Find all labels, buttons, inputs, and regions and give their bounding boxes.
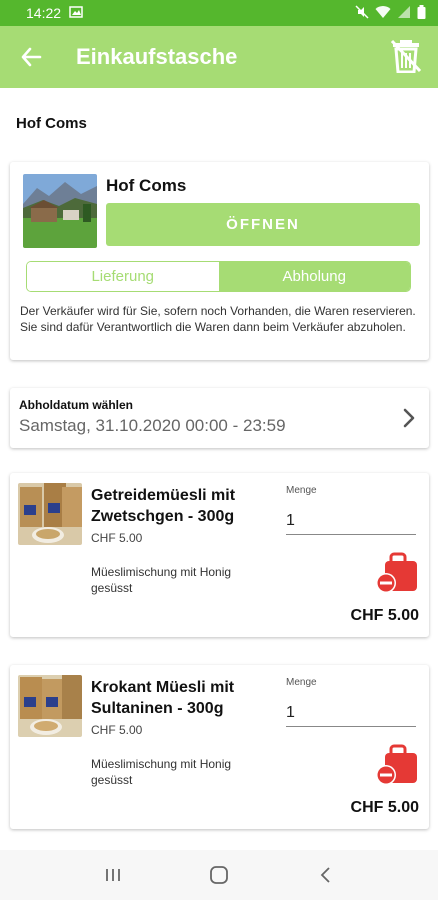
pickup-date-value: Samstag, 31.10.2020 00:00 - 23:59	[19, 416, 286, 435]
remove-from-cart-button[interactable]	[375, 743, 419, 787]
shop-heading: Hof Coms	[16, 115, 87, 132]
quantity-label: Menge	[286, 485, 317, 496]
status-icons	[355, 4, 426, 22]
cart-content: Hof Coms Hof Coms ÖFFNEN Lieferung Abhol…	[0, 88, 438, 850]
back-icon	[320, 867, 330, 883]
quantity-input[interactable]	[286, 507, 416, 535]
home-button[interactable]	[199, 855, 239, 895]
product-price: CHF 5.00	[91, 531, 143, 545]
product-description: Müeslimischung mit Honig gesüsst	[91, 757, 232, 787]
system-back-button[interactable]	[305, 855, 345, 895]
product-card: Krokant Müesli mit Sultaninen - 300g CHF…	[10, 665, 429, 829]
remove-from-cart-button[interactable]	[375, 551, 419, 595]
product-image	[18, 483, 82, 545]
product-description: Müeslimischung mit Honig gesüsst	[91, 565, 232, 595]
product-total: CHF 5.00	[350, 799, 419, 816]
shop-image	[23, 174, 97, 248]
tab-delivery[interactable]: Lieferung	[27, 262, 219, 291]
back-button[interactable]	[0, 26, 62, 88]
shop-name: Hof Coms	[106, 176, 187, 195]
recents-icon	[106, 869, 120, 881]
delivery-mode-toggle: Lieferung Abholung	[26, 261, 411, 292]
bag-remove-icon	[376, 552, 417, 593]
battery-icon	[417, 4, 426, 22]
app-bar: Einkaufstasche	[0, 26, 438, 88]
pickup-date-selector[interactable]: Abholdatum wählen Samstag, 31.10.2020 00…	[10, 388, 429, 448]
product-price: CHF 5.00	[91, 723, 143, 737]
status-bar: 14:22	[0, 0, 438, 26]
quantity-input[interactable]	[286, 699, 416, 727]
pickup-note: Der Verkäufer wird für Sie, sofern noch …	[20, 304, 416, 334]
product-name: Getreidemüesli mit Zwetschgen - 300g	[91, 487, 236, 525]
home-icon	[210, 866, 228, 884]
product-card: Getreidemüesli mit Zwetschgen - 300g CHF…	[10, 473, 429, 637]
product-image	[18, 675, 82, 737]
image-notification-icon	[69, 5, 83, 21]
system-nav-bar	[0, 850, 438, 900]
tab-pickup[interactable]: Abholung	[218, 262, 410, 291]
bag-remove-icon	[376, 744, 417, 785]
pickup-date-label: Abholdatum wählen	[19, 398, 133, 412]
arrow-left-icon	[21, 47, 42, 67]
shop-card: Hof Coms ÖFFNEN Lieferung Abholung Der V…	[10, 162, 429, 360]
chevron-right-icon	[399, 404, 419, 432]
product-name: Krokant Müesli mit Sultaninen - 300g	[91, 679, 235, 717]
trash-off-icon	[391, 39, 421, 73]
quantity-label: Menge	[286, 677, 317, 688]
recents-button[interactable]	[93, 855, 133, 895]
open-shop-button[interactable]: ÖFFNEN	[106, 203, 420, 246]
product-total: CHF 5.00	[350, 607, 419, 624]
page-title: Einkaufstasche	[76, 44, 238, 69]
status-time: 14:22	[26, 5, 62, 21]
clear-cart-button[interactable]	[386, 36, 426, 76]
signal-icon	[397, 5, 411, 22]
wifi-icon	[375, 5, 391, 22]
mute-icon	[355, 4, 369, 22]
